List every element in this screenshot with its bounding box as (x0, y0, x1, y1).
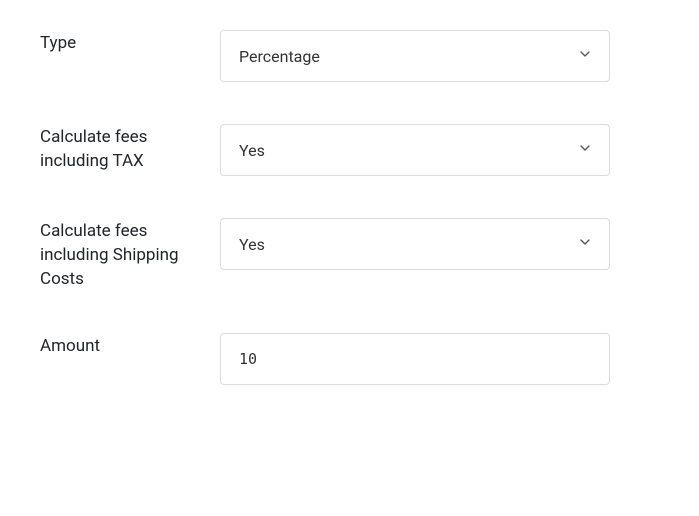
select-shipping-value: Yes (239, 235, 265, 254)
label-tax: Calculate fees including TAX (40, 124, 220, 174)
form-row-shipping: Calculate fees including Shipping Costs … (40, 218, 659, 291)
select-shipping[interactable]: Yes (220, 218, 610, 270)
form-row-tax: Calculate fees including TAX Yes (40, 124, 659, 176)
select-type[interactable]: Percentage (220, 30, 610, 82)
label-shipping: Calculate fees including Shipping Costs (40, 218, 220, 291)
chevron-down-icon (577, 140, 593, 160)
chevron-down-icon (577, 46, 593, 66)
input-amount[interactable] (220, 333, 610, 385)
label-amount: Amount (40, 333, 220, 359)
select-tax[interactable]: Yes (220, 124, 610, 176)
form-row-type: Type Percentage (40, 30, 659, 82)
select-type-value: Percentage (239, 47, 320, 66)
label-type: Type (40, 30, 220, 56)
chevron-down-icon (577, 234, 593, 254)
form-row-amount: Amount (40, 333, 659, 385)
select-tax-value: Yes (239, 141, 265, 160)
